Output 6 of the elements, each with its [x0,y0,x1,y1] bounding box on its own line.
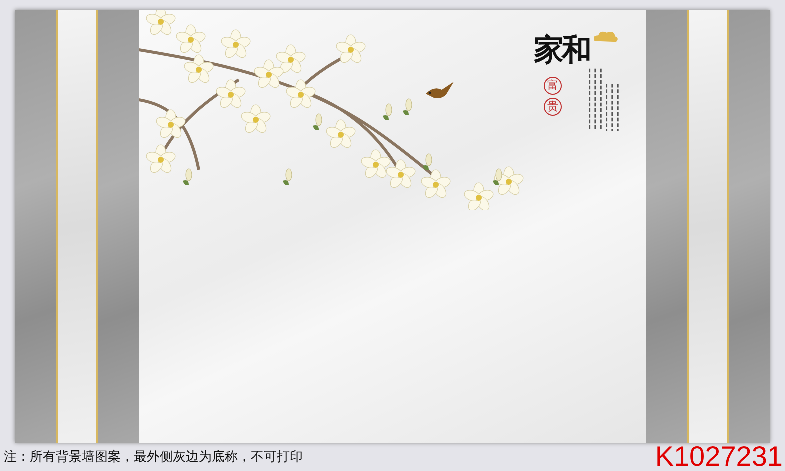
note-text: 注：所有背景墙图案，最外侧灰边为底称，不可打印 [4,449,303,466]
cloud-icon [592,30,620,45]
seal-character: 贵 [544,98,562,116]
product-code: K1027231 [655,443,783,471]
seal-character: 富 [544,77,562,95]
calligraphy-title: 家和 [534,32,590,70]
